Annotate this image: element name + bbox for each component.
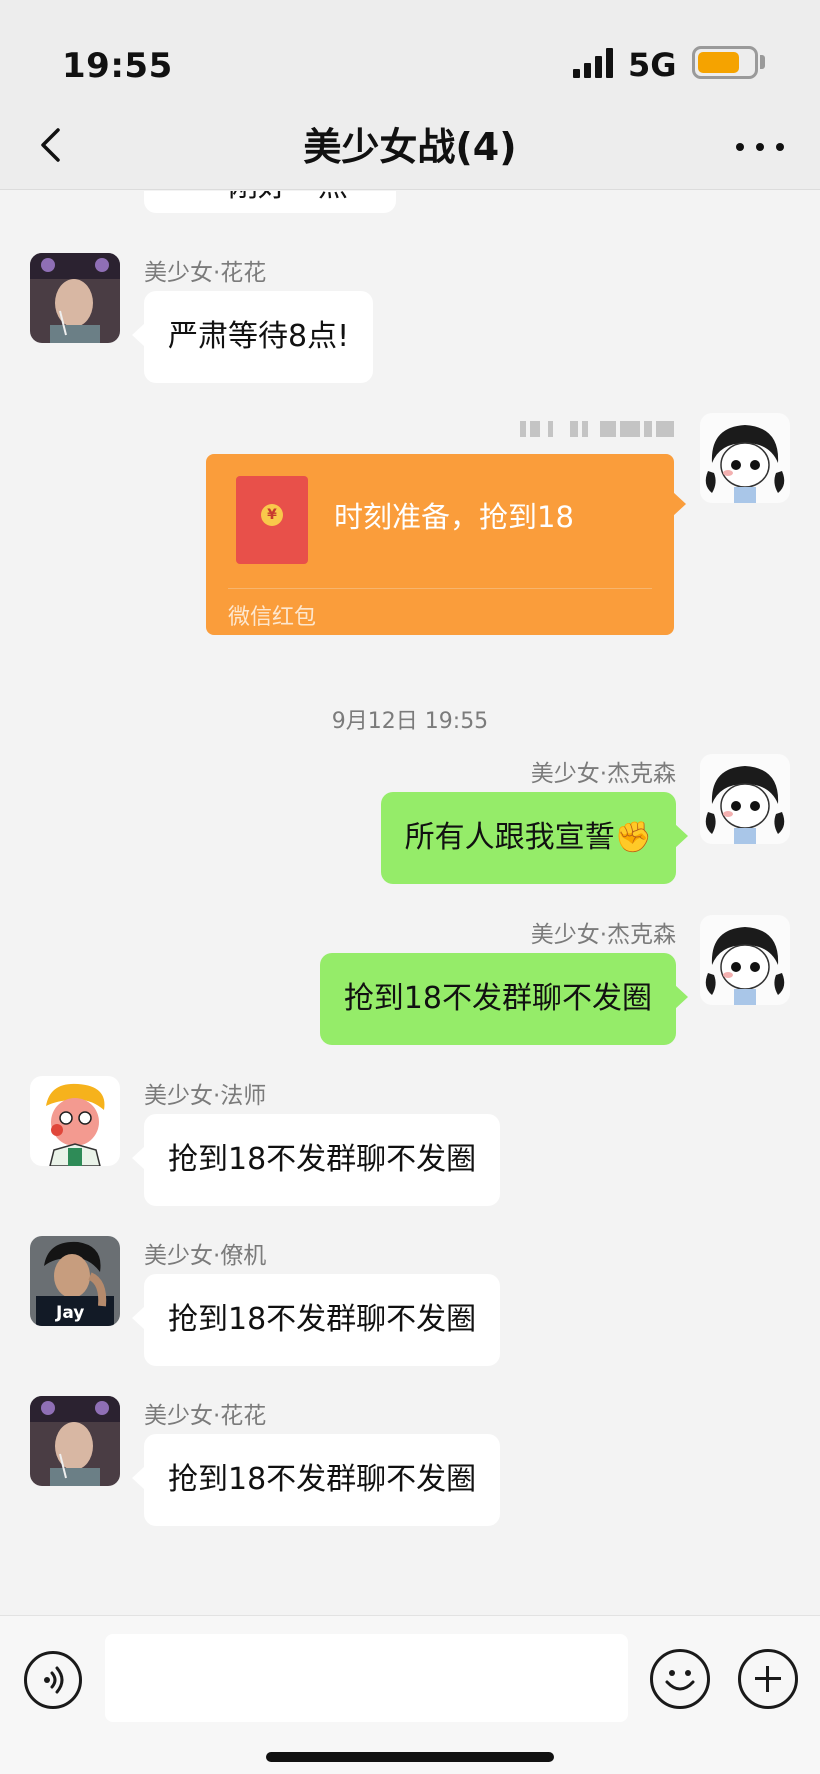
avatar-self[interactable] [700,413,790,503]
yuan-coin-icon: ¥ [261,504,283,526]
voice-icon [44,1666,64,1694]
avatar-self-image [700,754,790,844]
status-time: 19:55 [62,46,173,86]
avatar-huahua[interactable] [30,253,120,343]
red-packet[interactable]: ¥ 时刻准备，抢到18 微信红包 [206,454,686,635]
message-sender: 美少女·花花 [144,1403,267,1429]
avatar-self-image [700,413,790,503]
message-text: 抢到18不发群聊不发圈 [168,1302,477,1337]
more-button[interactable] [734,120,786,170]
message-sender: 美少女·杰克森 [530,761,676,787]
message-sender: 美少女·杰克森 [530,922,676,948]
red-packet-label: 微信红包 [228,605,317,630]
avatar-huahua-image [30,253,120,343]
red-packet-divider [228,588,652,589]
message-bubble[interactable]: 抢到18不发群聊不发圈 [131,1114,501,1206]
message-input[interactable] [105,1634,628,1722]
avatar-self[interactable] [700,754,790,844]
avatar-liaoji-image: Jay [30,1236,120,1326]
message-bubble[interactable]: 抢到18不发群聊不发圈 [319,953,689,1045]
battery-icon [692,46,758,79]
message-text: 严肃等待8点! [168,319,350,354]
partial-message-bubble[interactable]: 一一刚好一点 [144,191,396,213]
more-functions-button[interactable] [738,1649,798,1709]
avatar-huahua[interactable] [30,1396,120,1486]
message-bubble[interactable]: 抢到18不发群聊不发圈 [131,1274,501,1366]
signal-icon [573,48,615,78]
message-text: 抢到18不发群聊不发圈 [168,1142,477,1177]
emoji-button[interactable] [650,1649,710,1709]
network-type: 5G [628,46,677,84]
blurred-sender-name [520,419,676,439]
avatar-self[interactable] [700,915,790,1005]
message-bubble[interactable]: 严肃等待8点! [131,291,374,383]
partial-message-text: 一一刚好一点 [168,191,348,204]
message-sender: 美少女·花花 [144,260,267,286]
chat-messages[interactable]: 一一刚好一点 美少女·花花 严肃等待8点! [0,191,820,1615]
chat-timestamp: 9月12日 19:55 [331,709,489,734]
message-text: 抢到18不发群聊不发圈 [168,1462,477,1497]
message-text: 所有人跟我宣誓✊ [404,820,652,855]
avatar-fashi[interactable] [30,1076,120,1166]
battery-level [698,52,739,73]
more-dots-icon [736,143,744,151]
status-bar: 19:55 5G [0,0,820,100]
avatar-jay-text: Jay [55,1303,84,1323]
battery-cap [760,55,765,69]
avatar-fashi-image [30,1076,120,1166]
avatar-huahua-image [30,1396,120,1486]
red-packet-icon: ¥ [236,476,308,564]
input-bar [0,1615,820,1774]
avatar-self-image [700,915,790,1005]
message-bubble[interactable]: 所有人跟我宣誓✊ [380,792,689,884]
chat-title: 美少女战(4) [303,125,517,169]
message-bubble[interactable]: 抢到18不发群聊不发圈 [131,1434,501,1526]
message-text: 抢到18不发群聊不发圈 [343,981,652,1016]
nav-bar: 美少女战(4) [0,100,820,190]
voice-button[interactable] [24,1651,82,1709]
message-sender: 美少女·僚机 [144,1243,267,1269]
red-packet-message: 时刻准备，抢到18 [334,500,574,534]
home-indicator [266,1752,554,1762]
smiley-icon [665,1670,695,1691]
message-sender: 美少女·法师 [144,1083,267,1109]
avatar-liaoji[interactable]: Jay [30,1236,120,1326]
